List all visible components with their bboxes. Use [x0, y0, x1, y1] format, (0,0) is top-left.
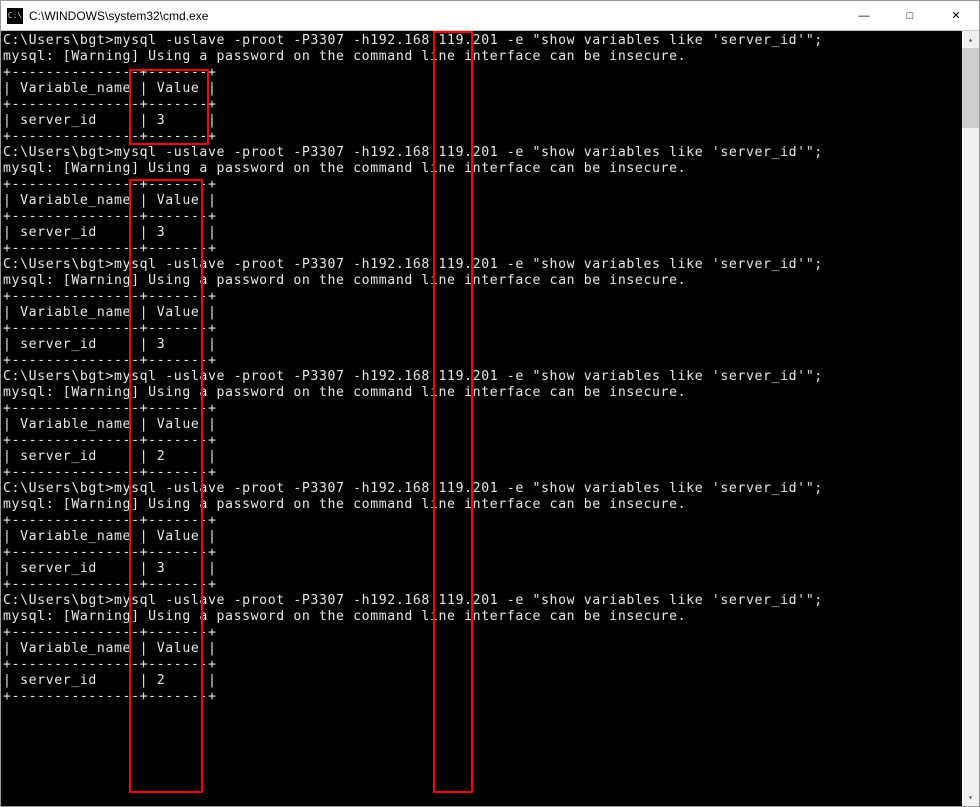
- vertical-scrollbar[interactable]: ▴ ▾: [962, 31, 979, 806]
- warning-line: mysql: [Warning] Using a password on the…: [3, 161, 959, 177]
- table-border: +---------------+-------+: [3, 209, 959, 225]
- table-border: +---------------+-------+: [3, 513, 959, 529]
- table-header: | Variable_name | Value |: [3, 529, 959, 545]
- window-controls: — □ ✕: [841, 1, 979, 30]
- command-line: C:\Users\bgt>mysql -uslave -proot -P3307…: [3, 481, 959, 497]
- table-border: +---------------+-------+: [3, 545, 959, 561]
- table-header: | Variable_name | Value |: [3, 417, 959, 433]
- close-button[interactable]: ✕: [933, 1, 979, 30]
- command-line: C:\Users\bgt>mysql -uslave -proot -P3307…: [3, 33, 959, 49]
- window-title: C:\WINDOWS\system32\cmd.exe: [29, 9, 208, 23]
- command-line: C:\Users\bgt>mysql -uslave -proot -P3307…: [3, 257, 959, 273]
- maximize-button[interactable]: □: [887, 1, 933, 30]
- table-border: +---------------+-------+: [3, 289, 959, 305]
- scroll-down-button[interactable]: ▾: [962, 789, 979, 806]
- table-row: | server_id | 2 |: [3, 673, 959, 689]
- command-line: C:\Users\bgt>mysql -uslave -proot -P3307…: [3, 593, 959, 609]
- table-border: +---------------+-------+: [3, 241, 959, 257]
- table-border: +---------------+-------+: [3, 577, 959, 593]
- titlebar[interactable]: C:\ C:\WINDOWS\system32\cmd.exe — □ ✕: [1, 1, 979, 31]
- console-area[interactable]: C:\Users\bgt>mysql -uslave -proot -P3307…: [1, 31, 979, 806]
- table-header: | Variable_name | Value |: [3, 641, 959, 657]
- table-border: +---------------+-------+: [3, 321, 959, 337]
- warning-line: mysql: [Warning] Using a password on the…: [3, 49, 959, 65]
- table-border: +---------------+-------+: [3, 65, 959, 81]
- warning-line: mysql: [Warning] Using a password on the…: [3, 497, 959, 513]
- scroll-up-button[interactable]: ▴: [962, 31, 979, 48]
- cmd-icon: C:\: [7, 8, 23, 24]
- table-row: | server_id | 2 |: [3, 449, 959, 465]
- table-row: | server_id | 3 |: [3, 561, 959, 577]
- table-row: | server_id | 3 |: [3, 113, 959, 129]
- table-border: +---------------+-------+: [3, 97, 959, 113]
- console-content[interactable]: C:\Users\bgt>mysql -uslave -proot -P3307…: [1, 31, 961, 806]
- table-border: +---------------+-------+: [3, 657, 959, 673]
- table-border: +---------------+-------+: [3, 401, 959, 417]
- command-line: C:\Users\bgt>mysql -uslave -proot -P3307…: [3, 145, 959, 161]
- table-border: +---------------+-------+: [3, 689, 959, 705]
- table-row: | server_id | 3 |: [3, 337, 959, 353]
- table-row: | server_id | 3 |: [3, 225, 959, 241]
- command-line: C:\Users\bgt>mysql -uslave -proot -P3307…: [3, 369, 959, 385]
- warning-line: mysql: [Warning] Using a password on the…: [3, 273, 959, 289]
- scroll-thumb[interactable]: [962, 48, 979, 128]
- table-border: +---------------+-------+: [3, 129, 959, 145]
- minimize-button[interactable]: —: [841, 1, 887, 30]
- table-header: | Variable_name | Value |: [3, 193, 959, 209]
- warning-line: mysql: [Warning] Using a password on the…: [3, 385, 959, 401]
- table-border: +---------------+-------+: [3, 433, 959, 449]
- warning-line: mysql: [Warning] Using a password on the…: [3, 609, 959, 625]
- table-border: +---------------+-------+: [3, 353, 959, 369]
- table-header: | Variable_name | Value |: [3, 305, 959, 321]
- table-border: +---------------+-------+: [3, 465, 959, 481]
- cmd-window: C:\ C:\WINDOWS\system32\cmd.exe — □ ✕ C:…: [0, 0, 980, 807]
- table-border: +---------------+-------+: [3, 625, 959, 641]
- table-border: +---------------+-------+: [3, 177, 959, 193]
- table-header: | Variable_name | Value |: [3, 81, 959, 97]
